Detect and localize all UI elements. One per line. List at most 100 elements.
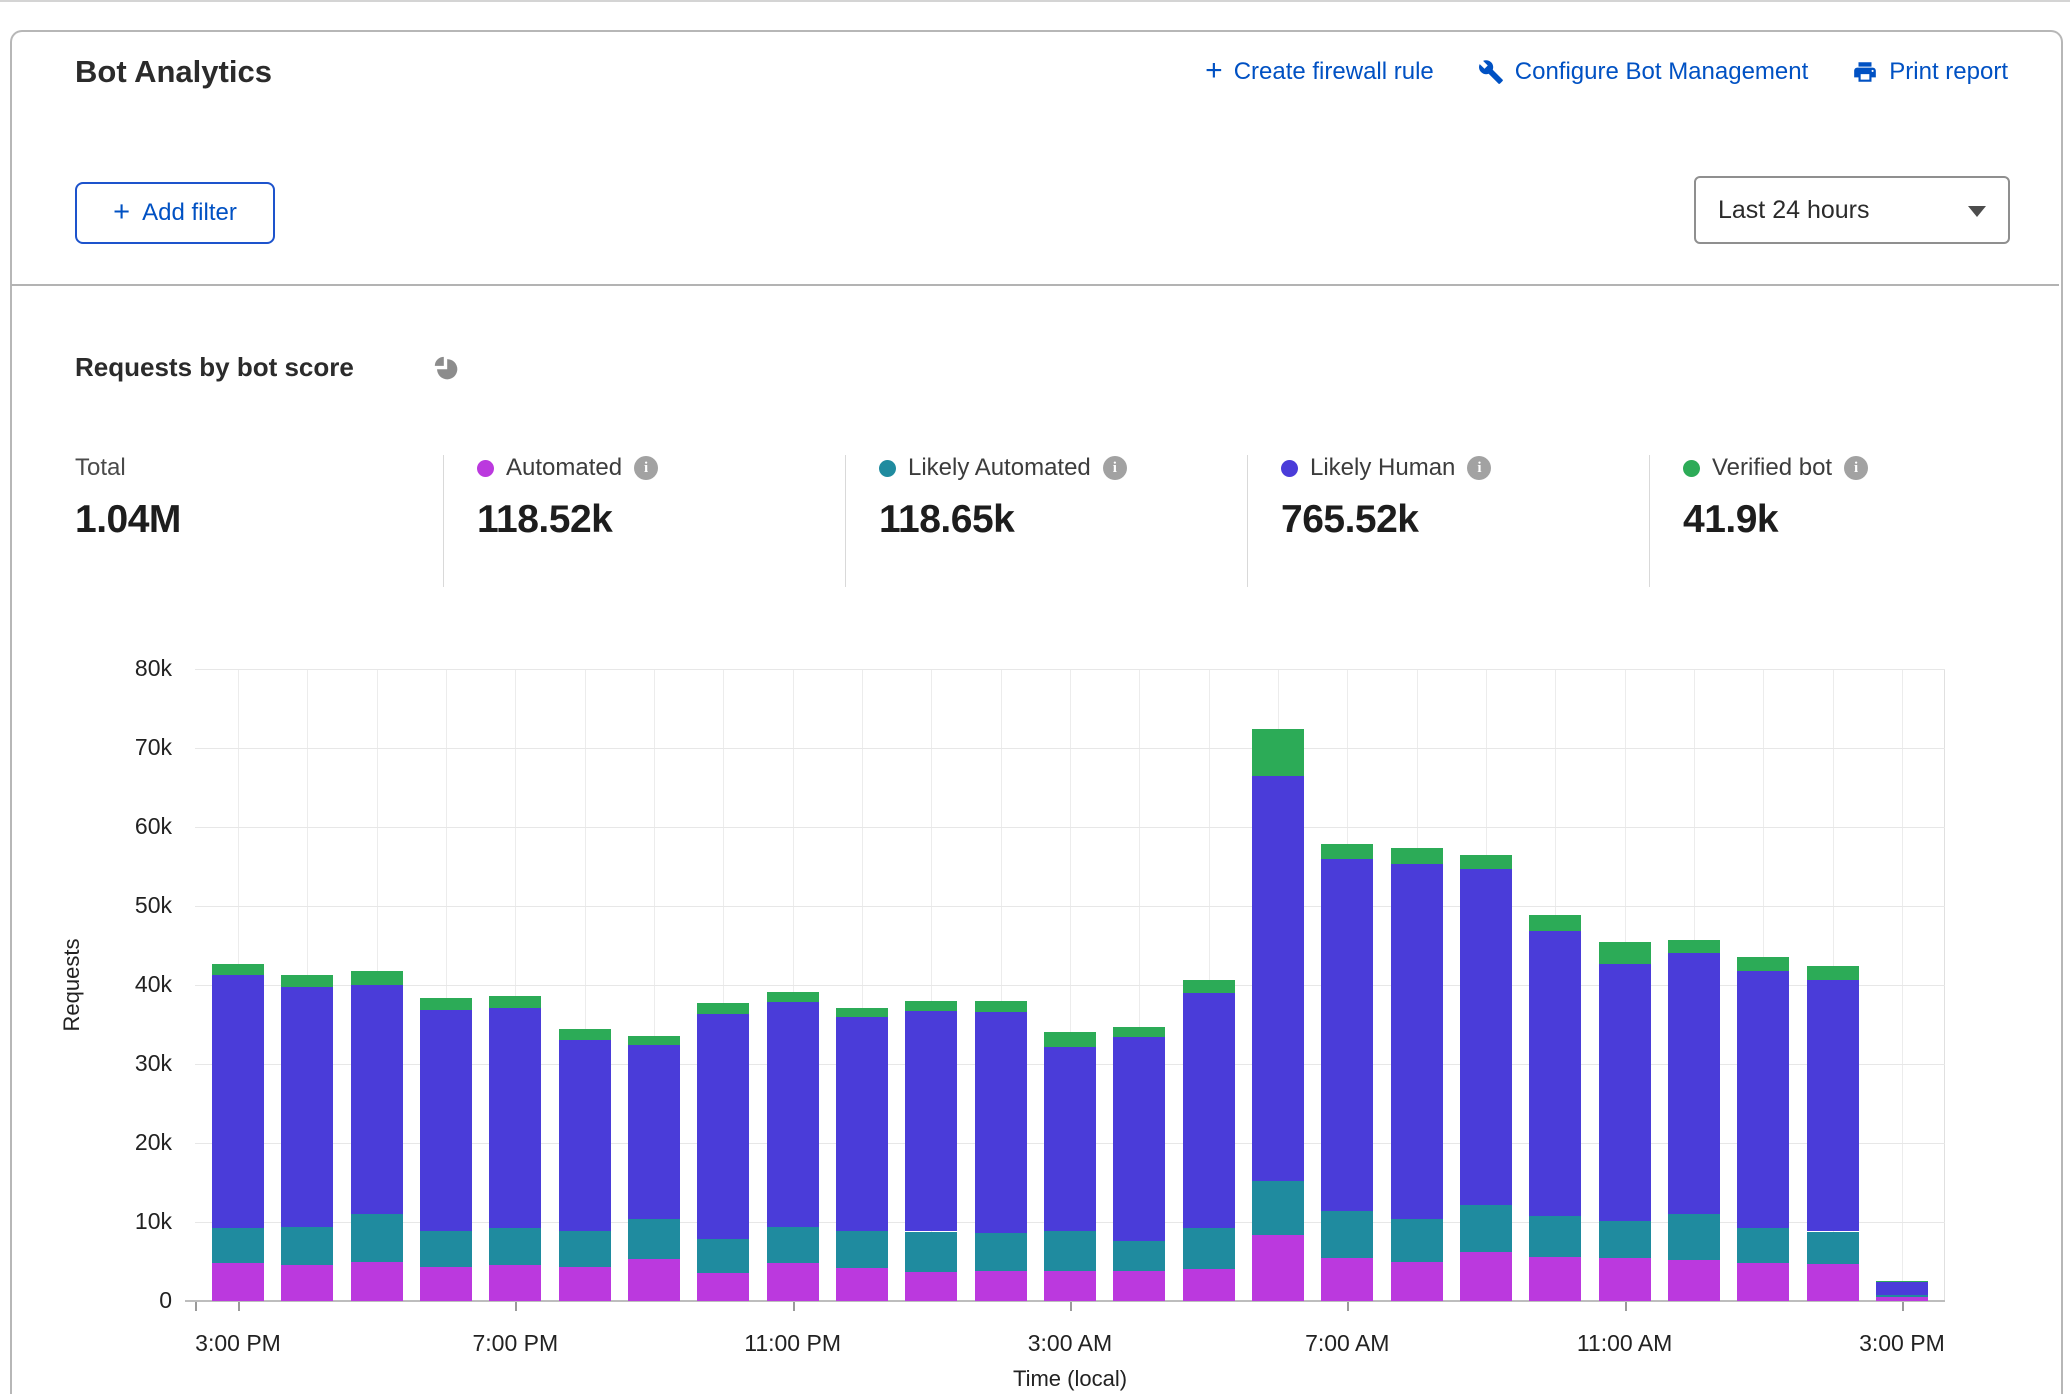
bar-13[interactable] xyxy=(1113,1027,1165,1301)
segment-verified-bot xyxy=(1737,957,1789,970)
info-icon[interactable]: i xyxy=(1103,456,1127,480)
plus-icon: + xyxy=(113,198,130,227)
segment-automated xyxy=(1876,1297,1928,1301)
segment-likely-human xyxy=(1113,1037,1165,1241)
bar-18[interactable] xyxy=(1460,855,1512,1301)
segment-likely-automated xyxy=(1668,1214,1720,1260)
bar-16[interactable] xyxy=(1321,844,1373,1301)
add-filter-button[interactable]: + Add filter xyxy=(75,182,275,244)
bar-21[interactable] xyxy=(1668,940,1720,1301)
segment-verified-bot xyxy=(628,1036,680,1045)
y-tick-label: 0 xyxy=(97,1287,172,1314)
segment-likely-human xyxy=(767,1002,819,1227)
axis-origin-tick xyxy=(195,1302,197,1311)
configure-bot-management-link[interactable]: Configure Bot Management xyxy=(1478,58,1809,86)
bar-4[interactable] xyxy=(489,996,541,1301)
segment-likely-human xyxy=(1876,1282,1928,1295)
segment-likely-human xyxy=(1737,971,1789,1228)
segment-likely-automated xyxy=(489,1228,541,1265)
bot-analytics-page: Bot Analytics + Create firewall rule Con… xyxy=(0,0,2070,1394)
x-tick-mark xyxy=(1902,1302,1904,1311)
stat-automated-label: Automated xyxy=(506,454,622,482)
bar-19[interactable] xyxy=(1529,915,1581,1301)
bar-14[interactable] xyxy=(1183,980,1235,1301)
info-icon[interactable]: i xyxy=(1844,456,1868,480)
bar-7[interactable] xyxy=(697,1003,749,1301)
x-tick-label: 7:00 PM xyxy=(435,1330,595,1357)
stat-verified-bot-label: Verified bot xyxy=(1712,454,1832,482)
segment-verified-bot xyxy=(1807,966,1859,980)
bar-22[interactable] xyxy=(1737,957,1789,1301)
segment-automated xyxy=(1599,1258,1651,1301)
print-report-label: Print report xyxy=(1889,58,2008,86)
configure-bot-management-label: Configure Bot Management xyxy=(1515,58,1809,86)
x-tick-mark xyxy=(793,1302,795,1311)
segment-likely-automated xyxy=(1529,1216,1581,1256)
segment-automated xyxy=(1044,1271,1096,1301)
bar-17[interactable] xyxy=(1391,848,1443,1301)
bar-8[interactable] xyxy=(767,992,819,1301)
segment-likely-automated xyxy=(351,1214,403,1261)
bar-15[interactable] xyxy=(1252,729,1304,1301)
plus-icon: + xyxy=(1205,56,1223,86)
info-icon[interactable]: i xyxy=(634,456,658,480)
x-tick-mark xyxy=(1070,1302,1072,1311)
segment-likely-automated xyxy=(1391,1219,1443,1262)
bar-3[interactable] xyxy=(420,998,472,1301)
segment-likely-human xyxy=(559,1040,611,1230)
x-tick-label: 3:00 PM xyxy=(158,1330,318,1357)
bar-12[interactable] xyxy=(1044,1032,1096,1301)
segment-automated xyxy=(559,1267,611,1301)
segment-verified-bot xyxy=(1183,980,1235,993)
segment-automated xyxy=(1183,1269,1235,1301)
segment-verified-bot xyxy=(1668,940,1720,953)
segment-likely-human xyxy=(212,975,264,1229)
y-tick-label: 50k xyxy=(97,892,172,919)
stat-automated: Automated i 118.52k xyxy=(477,452,658,542)
stat-likely-human: Likely Human i 765.52k xyxy=(1281,452,1491,542)
info-icon[interactable]: i xyxy=(1467,456,1491,480)
x-axis-title: Time (local) xyxy=(1013,1366,1127,1392)
segment-automated xyxy=(1321,1258,1373,1301)
create-firewall-rule-link[interactable]: + Create firewall rule xyxy=(1205,58,1434,86)
bar-0[interactable] xyxy=(212,964,264,1301)
print-report-link[interactable]: Print report xyxy=(1852,58,2008,86)
segment-automated xyxy=(1807,1264,1859,1301)
x-tick-mark xyxy=(1625,1302,1627,1311)
bar-6[interactable] xyxy=(628,1036,680,1301)
time-range-dropdown[interactable]: Last 24 hours xyxy=(1694,176,2010,244)
segment-likely-automated xyxy=(1183,1228,1235,1270)
segment-verified-bot xyxy=(489,996,541,1008)
segment-likely-automated xyxy=(212,1228,264,1263)
segment-likely-automated xyxy=(1737,1228,1789,1264)
y-tick-label: 80k xyxy=(97,655,172,682)
x-tick-label: 11:00 AM xyxy=(1545,1330,1705,1357)
segment-likely-human xyxy=(1252,776,1304,1181)
top-divider xyxy=(0,0,2070,2)
stat-divider xyxy=(443,455,444,587)
segment-likely-human xyxy=(1391,864,1443,1219)
stat-verified-bot: Verified bot i 41.9k xyxy=(1683,452,1868,542)
segment-likely-human xyxy=(1807,980,1859,1231)
bar-1[interactable] xyxy=(281,975,333,1301)
y-tick-label: 40k xyxy=(97,971,172,998)
stat-likely-human-value: 765.52k xyxy=(1281,498,1491,542)
bar-5[interactable] xyxy=(559,1029,611,1301)
segment-verified-bot xyxy=(420,998,472,1010)
x-tick-label: 3:00 AM xyxy=(990,1330,1150,1357)
bar-11[interactable] xyxy=(975,1001,1027,1301)
bar-9[interactable] xyxy=(836,1008,888,1301)
time-range-value: Last 24 hours xyxy=(1718,196,1870,225)
segment-likely-human xyxy=(281,987,333,1227)
bar-23[interactable] xyxy=(1807,966,1859,1301)
segment-likely-automated xyxy=(1113,1241,1165,1271)
segment-likely-human xyxy=(1529,931,1581,1217)
segment-verified-bot xyxy=(1876,1281,1928,1282)
bar-24[interactable] xyxy=(1876,1281,1928,1301)
x-tick-label: 3:00 PM xyxy=(1822,1330,1982,1357)
bar-20[interactable] xyxy=(1599,942,1651,1301)
segment-likely-human xyxy=(836,1017,888,1230)
bar-2[interactable] xyxy=(351,971,403,1301)
segment-verified-bot xyxy=(836,1008,888,1017)
bar-10[interactable] xyxy=(905,1001,957,1301)
